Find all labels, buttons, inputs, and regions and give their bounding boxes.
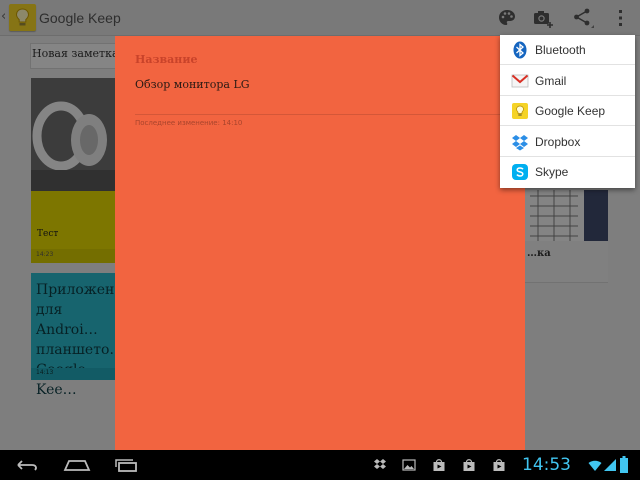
note-title-input[interactable]: Название [135, 53, 198, 66]
bluetooth-icon [513, 41, 527, 59]
share-option-label: Bluetooth [535, 43, 586, 57]
home-icon[interactable] [62, 455, 92, 475]
share-option-dropbox[interactable]: Dropbox [500, 127, 635, 157]
share-option-label: Skype [535, 165, 569, 179]
share-option-gmail[interactable]: Gmail [500, 66, 635, 96]
gmail-icon [511, 74, 529, 88]
share-option-label: Google Keep [535, 104, 606, 118]
share-option-google-keep[interactable]: Google Keep [500, 96, 635, 126]
skype-icon [512, 164, 528, 180]
store-notification-icon[interactable] [432, 458, 446, 472]
recents-icon[interactable] [112, 455, 142, 475]
app-screen: ‹ Google Keep Новая заметка Тест 14:23 П… [0, 0, 640, 450]
signal-icon [604, 459, 616, 471]
google-keep-icon [512, 103, 528, 119]
system-bar: 14:53 [0, 450, 640, 480]
dropbox-icon [512, 135, 528, 151]
back-icon[interactable] [12, 455, 42, 475]
battery-icon [620, 456, 628, 473]
divider [135, 114, 515, 115]
image-notification-icon[interactable] [402, 458, 416, 472]
store-notification-icon[interactable] [462, 458, 476, 472]
note-body-input[interactable]: Обзор монитора LG [135, 78, 250, 91]
last-edited-label: Последнее изменение: 14:10 [135, 119, 243, 127]
share-menu: Bluetooth Gmail Google Keep Dropbox Skyp… [500, 35, 635, 188]
share-option-bluetooth[interactable]: Bluetooth [500, 35, 635, 65]
note-editor: Название Обзор монитора LG Последнее изм… [115, 36, 525, 450]
dropbox-notification-icon[interactable] [373, 458, 387, 472]
wifi-icon [588, 460, 602, 471]
share-option-label: Dropbox [535, 135, 581, 149]
status-clock[interactable]: 14:53 [522, 455, 571, 475]
store-notification-icon[interactable] [492, 458, 506, 472]
share-option-skype[interactable]: Skype [500, 157, 635, 187]
share-option-label: Gmail [535, 74, 567, 88]
